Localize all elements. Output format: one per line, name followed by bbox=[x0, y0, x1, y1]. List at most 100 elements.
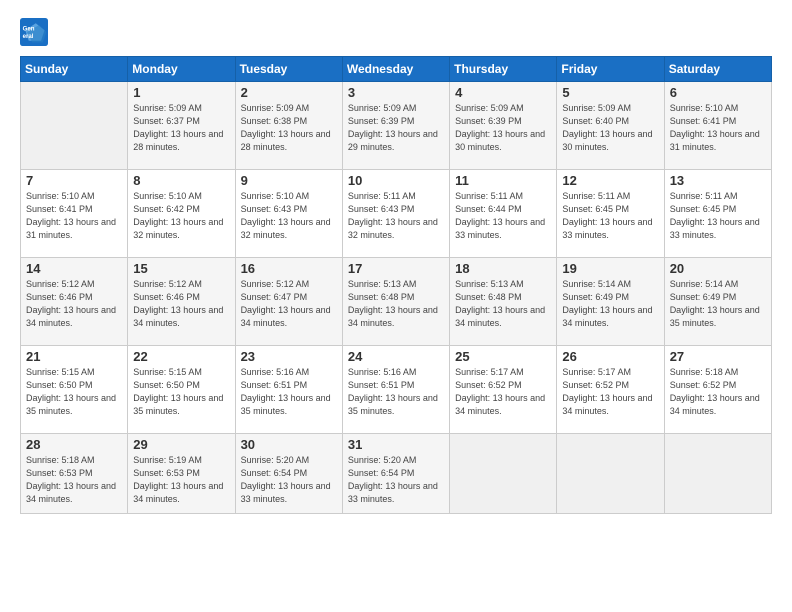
day-number: 5 bbox=[562, 85, 658, 100]
day-info: Sunrise: 5:10 AMSunset: 6:42 PMDaylight:… bbox=[133, 190, 229, 242]
day-cell: 4 Sunrise: 5:09 AMSunset: 6:39 PMDaylight… bbox=[450, 82, 557, 170]
day-cell bbox=[450, 434, 557, 514]
day-cell: 19 Sunrise: 5:14 AMSunset: 6:49 PMDayligh… bbox=[557, 258, 664, 346]
week-row-5: 28Sunrise: 5:18 AMSunset: 6:53 PMDayligh… bbox=[21, 434, 772, 514]
day-info: Sunrise: 5:19 AMSunset: 6:53 PMDaylight:… bbox=[133, 454, 229, 506]
day-number: 13 bbox=[670, 173, 766, 188]
day-number: 14 bbox=[26, 261, 122, 276]
calendar-header: SundayMondayTuesdayWednesdayThursdayFrid… bbox=[21, 57, 772, 82]
day-cell: 21Sunrise: 5:15 AMSunset: 6:50 PMDayligh… bbox=[21, 346, 128, 434]
day-cell: 5 Sunrise: 5:09 AMSunset: 6:40 PMDaylight… bbox=[557, 82, 664, 170]
day-cell: 6Sunrise: 5:10 AMSunset: 6:41 PMDaylight… bbox=[664, 82, 771, 170]
weekday-header-wednesday: Wednesday bbox=[342, 57, 449, 82]
day-number: 2 bbox=[241, 85, 337, 100]
day-info: Sunrise: 5:17 AMSunset: 6:52 PMDaylight:… bbox=[455, 366, 551, 418]
day-cell: 3 Sunrise: 5:09 AMSunset: 6:39 PMDaylight… bbox=[342, 82, 449, 170]
day-info: Sunrise: 5:20 AMSunset: 6:54 PMDaylight:… bbox=[241, 454, 337, 506]
week-row-4: 21 Sunrise: 5:15 AMSunset: 6:50 PMDayligh… bbox=[21, 346, 772, 434]
day-cell: 25 Sunrise: 5:17 AMSunset: 6:52 PMDayligh… bbox=[450, 346, 557, 434]
day-cell bbox=[21, 82, 128, 170]
day-info: Sunrise: 5:10 AMSunset: 6:43 PMDaylight:… bbox=[241, 190, 337, 242]
day-info: Sunrise: 5:12 AMSunset: 6:46 PMDaylight:… bbox=[133, 278, 229, 330]
day-cell: 26 Sunrise: 5:17 AMSunset: 6:52 PMDayligh… bbox=[557, 346, 664, 434]
day-cell: 13 Sunrise: 5:11 AMSunset: 6:45 PMDayligh… bbox=[664, 170, 771, 258]
week-row-3: 14 Sunrise: 5:12 AMSunset: 6:46 PMDayligh… bbox=[21, 258, 772, 346]
day-info: Sunrise: 5:14 AMSunset: 6:49 PMDaylight:… bbox=[562, 278, 658, 330]
page: Gen eral SundayMondayTuesdayWednesdayThu… bbox=[0, 0, 792, 612]
weekday-header-tuesday: Tuesday bbox=[235, 57, 342, 82]
day-info: Sunrise: 5:13 AMSunset: 6:48 PMDaylight:… bbox=[455, 278, 551, 330]
day-cell: 31 Sunrise: 5:20 AMSunset: 6:54 PMDayligh… bbox=[342, 434, 449, 514]
day-number: 20 bbox=[670, 261, 766, 276]
day-info: Sunrise: 5:14 AMSunset: 6:49 PMDaylight:… bbox=[670, 278, 766, 330]
logo-icon: Gen eral bbox=[20, 18, 48, 46]
day-info: Sunrise: 5:15 AMSunset: 6:50 PMDaylight:… bbox=[133, 366, 229, 418]
day-number: 19 bbox=[562, 261, 658, 276]
weekday-header-thursday: Thursday bbox=[450, 57, 557, 82]
day-info: Sunrise: 5:12 AMSunset: 6:46 PMDaylight:… bbox=[26, 278, 122, 330]
day-cell: 11 Sunrise: 5:11 AMSunset: 6:44 PMDayligh… bbox=[450, 170, 557, 258]
day-number: 21 bbox=[26, 349, 122, 364]
day-number: 3 bbox=[348, 85, 444, 100]
day-info: Sunrise: 5:11 AMSunset: 6:43 PMDaylight:… bbox=[348, 190, 444, 242]
day-cell: 17Sunrise: 5:13 AMSunset: 6:48 PMDayligh… bbox=[342, 258, 449, 346]
day-cell: 24Sunrise: 5:16 AMSunset: 6:51 PMDayligh… bbox=[342, 346, 449, 434]
day-info: Sunrise: 5:10 AMSunset: 6:41 PMDaylight:… bbox=[26, 190, 122, 242]
day-number: 11 bbox=[455, 173, 551, 188]
calendar-table: SundayMondayTuesdayWednesdayThursdayFrid… bbox=[20, 56, 772, 514]
svg-text:Gen: Gen bbox=[23, 25, 35, 32]
day-number: 25 bbox=[455, 349, 551, 364]
day-info: Sunrise: 5:17 AMSunset: 6:52 PMDaylight:… bbox=[562, 366, 658, 418]
day-info: Sunrise: 5:09 AMSunset: 6:39 PMDaylight:… bbox=[455, 102, 551, 154]
day-number: 10 bbox=[348, 173, 444, 188]
day-cell: 16Sunrise: 5:12 AMSunset: 6:47 PMDayligh… bbox=[235, 258, 342, 346]
day-number: 6 bbox=[670, 85, 766, 100]
weekday-header-monday: Monday bbox=[128, 57, 235, 82]
day-info: Sunrise: 5:09 AMSunset: 6:37 PMDaylight:… bbox=[133, 102, 229, 154]
day-info: Sunrise: 5:11 AMSunset: 6:45 PMDaylight:… bbox=[670, 190, 766, 242]
day-info: Sunrise: 5:11 AMSunset: 6:44 PMDaylight:… bbox=[455, 190, 551, 242]
day-info: Sunrise: 5:11 AMSunset: 6:45 PMDaylight:… bbox=[562, 190, 658, 242]
week-row-2: 7 Sunrise: 5:10 AMSunset: 6:41 PMDaylight… bbox=[21, 170, 772, 258]
day-cell: 30Sunrise: 5:20 AMSunset: 6:54 PMDayligh… bbox=[235, 434, 342, 514]
day-number: 29 bbox=[133, 437, 229, 452]
day-cell bbox=[664, 434, 771, 514]
day-number: 17 bbox=[348, 261, 444, 276]
day-cell: 9 Sunrise: 5:10 AMSunset: 6:43 PMDaylight… bbox=[235, 170, 342, 258]
svg-text:eral: eral bbox=[23, 33, 34, 40]
day-cell: 2Sunrise: 5:09 AMSunset: 6:38 PMDaylight… bbox=[235, 82, 342, 170]
day-number: 24 bbox=[348, 349, 444, 364]
day-number: 15 bbox=[133, 261, 229, 276]
weekday-header-saturday: Saturday bbox=[664, 57, 771, 82]
day-cell: 14 Sunrise: 5:12 AMSunset: 6:46 PMDayligh… bbox=[21, 258, 128, 346]
day-cell: 20 Sunrise: 5:14 AMSunset: 6:49 PMDayligh… bbox=[664, 258, 771, 346]
day-number: 4 bbox=[455, 85, 551, 100]
day-number: 12 bbox=[562, 173, 658, 188]
header: Gen eral bbox=[20, 18, 772, 46]
weekday-header-sunday: Sunday bbox=[21, 57, 128, 82]
day-number: 18 bbox=[455, 261, 551, 276]
day-info: Sunrise: 5:09 AMSunset: 6:39 PMDaylight:… bbox=[348, 102, 444, 154]
day-cell: 15 Sunrise: 5:12 AMSunset: 6:46 PMDayligh… bbox=[128, 258, 235, 346]
day-cell: 22 Sunrise: 5:15 AMSunset: 6:50 PMDayligh… bbox=[128, 346, 235, 434]
day-number: 23 bbox=[241, 349, 337, 364]
day-cell: 29 Sunrise: 5:19 AMSunset: 6:53 PMDayligh… bbox=[128, 434, 235, 514]
day-cell: 23 Sunrise: 5:16 AMSunset: 6:51 PMDayligh… bbox=[235, 346, 342, 434]
day-number: 9 bbox=[241, 173, 337, 188]
day-info: Sunrise: 5:09 AMSunset: 6:40 PMDaylight:… bbox=[562, 102, 658, 154]
day-number: 22 bbox=[133, 349, 229, 364]
day-number: 27 bbox=[670, 349, 766, 364]
day-cell: 28Sunrise: 5:18 AMSunset: 6:53 PMDayligh… bbox=[21, 434, 128, 514]
day-number: 1 bbox=[133, 85, 229, 100]
day-info: Sunrise: 5:16 AMSunset: 6:51 PMDaylight:… bbox=[241, 366, 337, 418]
day-cell: 7 Sunrise: 5:10 AMSunset: 6:41 PMDaylight… bbox=[21, 170, 128, 258]
day-number: 26 bbox=[562, 349, 658, 364]
day-cell: 27 Sunrise: 5:18 AMSunset: 6:52 PMDayligh… bbox=[664, 346, 771, 434]
day-info: Sunrise: 5:20 AMSunset: 6:54 PMDaylight:… bbox=[348, 454, 444, 506]
day-info: Sunrise: 5:18 AMSunset: 6:53 PMDaylight:… bbox=[26, 454, 122, 506]
day-cell: 8Sunrise: 5:10 AMSunset: 6:42 PMDaylight… bbox=[128, 170, 235, 258]
day-info: Sunrise: 5:18 AMSunset: 6:52 PMDaylight:… bbox=[670, 366, 766, 418]
calendar-body: 1 Sunrise: 5:09 AMSunset: 6:37 PMDaylight… bbox=[21, 82, 772, 514]
day-number: 7 bbox=[26, 173, 122, 188]
day-number: 31 bbox=[348, 437, 444, 452]
